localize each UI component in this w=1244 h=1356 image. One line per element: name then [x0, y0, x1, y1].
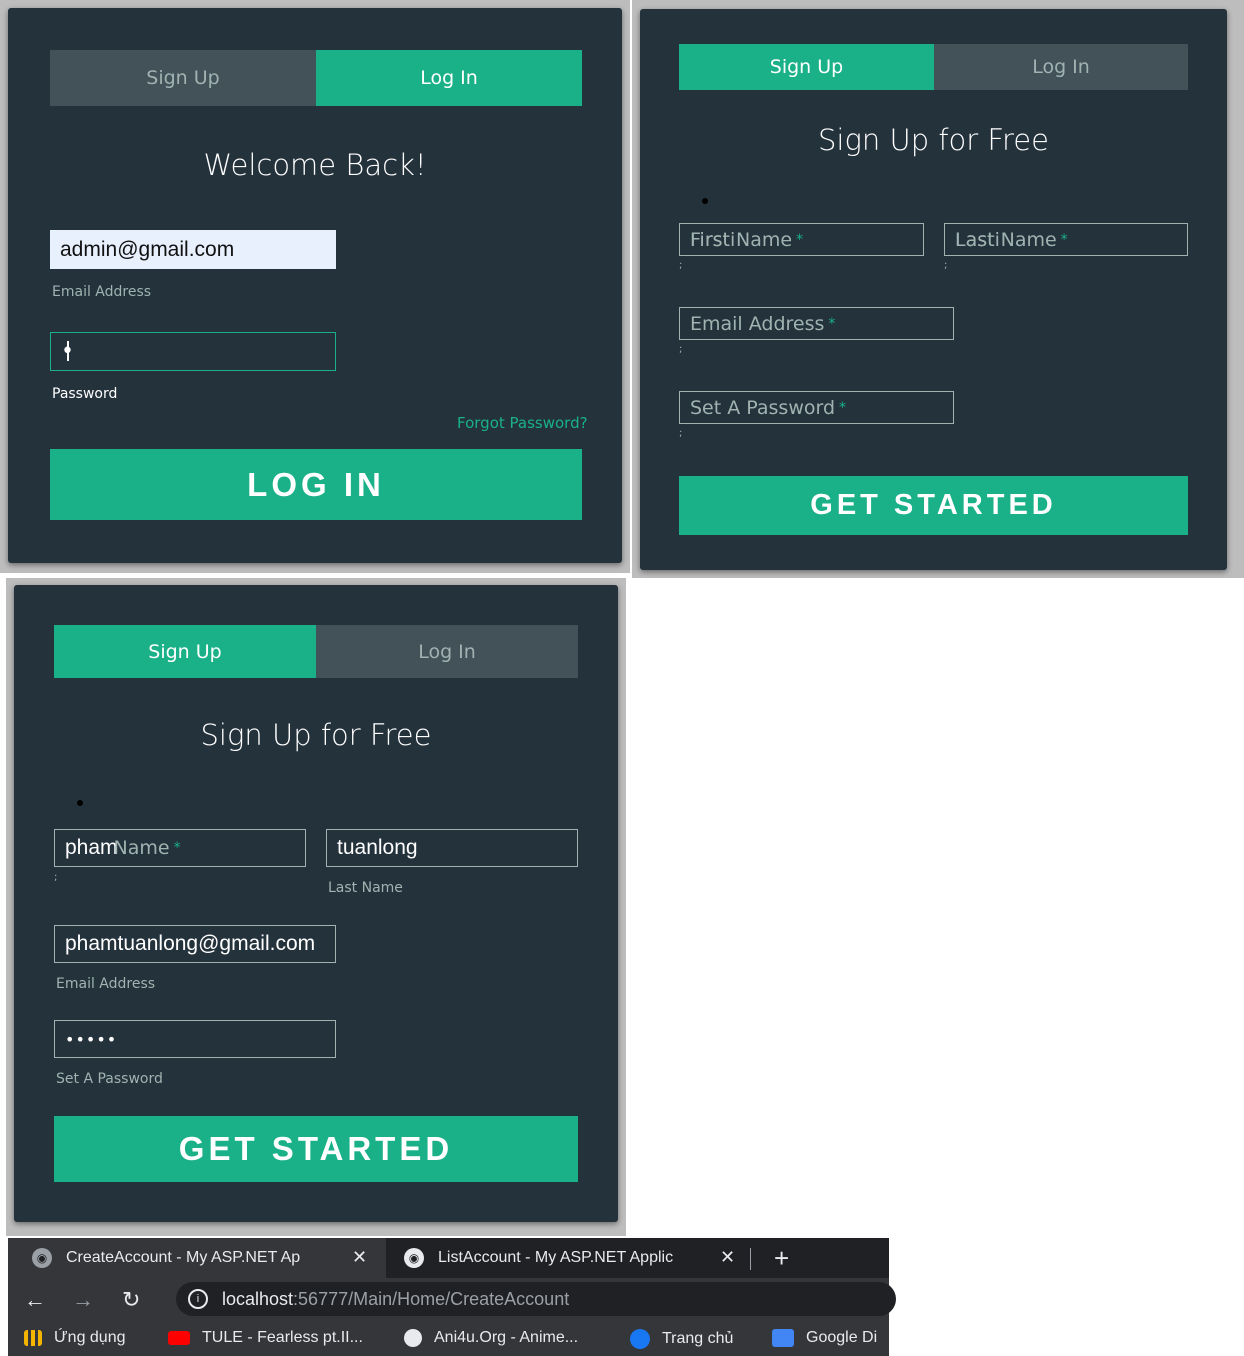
- page-title: Sign Up for Free: [818, 123, 1049, 157]
- validation-error: Please input your Email: [702, 193, 872, 208]
- field-hint: ;: [944, 260, 948, 271]
- tab-title: ListAccount - My ASP.NET Applic: [438, 1249, 674, 1266]
- password-field[interactable]: •: [50, 332, 336, 371]
- bookmark-facebook[interactable]: Trang chủ: [630, 1329, 733, 1349]
- bookmark-youtube[interactable]: TULE - Fearless pt.II...: [168, 1329, 363, 1347]
- validation-error-text: Please input your Email: [719, 193, 873, 208]
- password-field[interactable]: •••••: [54, 1020, 336, 1058]
- bookmark-label: TULE - Fearless pt.II...: [202, 1329, 363, 1346]
- page-title: Sign Up for Free: [200, 718, 432, 752]
- bookmark-apps[interactable]: Ứng dụng: [24, 1329, 126, 1347]
- bookmark-label: Ứng dụng: [54, 1329, 126, 1346]
- address-bar[interactable]: i localhost:56777/Main/Home/CreateAccoun…: [176, 1282, 896, 1316]
- text-caret: [67, 341, 69, 361]
- field-hint: ;: [679, 428, 683, 439]
- google-translate-icon: [772, 1329, 794, 1347]
- browser-tab[interactable]: ◉ ListAccount - My ASP.NET Applic: [380, 1238, 742, 1278]
- info-icon: i: [188, 1289, 208, 1309]
- first-name-placeholder-tail: Name: [113, 837, 170, 859]
- back-arrow-icon[interactable]: ←: [24, 1287, 46, 1313]
- tab-divider: [750, 1248, 751, 1270]
- url-host: localhost: [222, 1288, 294, 1309]
- required-mark: *: [173, 840, 181, 856]
- email-field[interactable]: phamtuanlong@gmail.com: [54, 925, 336, 963]
- navigation-bar: ← → ↻ i localhost:56777/Main/Home/Create…: [8, 1278, 896, 1320]
- email-label: Email Address: [56, 976, 156, 992]
- bookmarks-bar: Ứng dụng TULE - Fearless pt.II... Ani4u.…: [8, 1320, 889, 1356]
- bookmark-google[interactable]: Google Di: [772, 1329, 877, 1347]
- first-name-overlap-text: Firsti: [690, 228, 736, 251]
- password-value: •••••: [65, 1029, 118, 1049]
- bullet-icon: [77, 799, 83, 806]
- field-hint: ;: [679, 260, 683, 271]
- password-label: Set A Password: [56, 1071, 163, 1087]
- required-mark: *: [839, 399, 847, 416]
- forward-arrow-icon[interactable]: →: [72, 1287, 94, 1313]
- first-name-value: pham: [65, 836, 118, 859]
- password-field[interactable]: Set A Password *: [679, 391, 954, 424]
- first-name-field[interactable]: Firsti First Name *: [679, 223, 924, 256]
- bookmark-ani4u[interactable]: Ani4u.Org - Anime...: [404, 1329, 578, 1347]
- tab-login[interactable]: Log In: [316, 50, 582, 106]
- signup-empty-screenshot: Sign Up Log In Sign Up for Free Please i…: [632, 0, 1244, 578]
- email-placeholder: Email Address: [690, 312, 825, 335]
- signup-filled-screenshot: Sign Up Log In Sign Up for Free Email or…: [6, 578, 626, 1236]
- login-screenshot: Sign Up Log In Welcome Back! admin@gmail…: [0, 0, 630, 573]
- last-name-field[interactable]: Lasti Last Name *: [944, 223, 1188, 256]
- close-tab-icon[interactable]: ✕: [352, 1247, 367, 1268]
- close-tab-icon[interactable]: ✕: [720, 1247, 735, 1268]
- last-name-overlap-text: Lasti: [955, 228, 1000, 251]
- validation-error-text: Email or User is Exist: [94, 795, 232, 810]
- tab-title: CreateAccount - My ASP.NET Ap: [66, 1249, 301, 1266]
- youtube-icon: [168, 1331, 190, 1345]
- globe-icon: ◉: [404, 1248, 424, 1268]
- email-field[interactable]: admin@gmail.com: [50, 230, 336, 269]
- get-started-button[interactable]: GET STARTED: [679, 476, 1188, 535]
- new-tab-icon[interactable]: +: [774, 1243, 789, 1274]
- password-label: Password: [52, 386, 118, 402]
- get-started-button[interactable]: GET STARTED: [54, 1116, 578, 1182]
- tab-signup[interactable]: Sign Up: [50, 50, 316, 106]
- first-name-field[interactable]: pham Name *: [54, 829, 306, 867]
- globe-icon: [404, 1329, 422, 1347]
- reload-icon[interactable]: ↻: [122, 1287, 140, 1313]
- signup-panel: Sign Up Log In Sign Up for Free Email or…: [14, 585, 618, 1222]
- browser-tab-active[interactable]: ◉ CreateAccount - My ASP.NET Ap: [8, 1238, 386, 1278]
- bookmark-label: Google Di: [806, 1329, 878, 1346]
- apps-grid-icon: [24, 1330, 42, 1346]
- tab-signup[interactable]: Sign Up: [54, 625, 316, 678]
- tab-login[interactable]: Log In: [316, 625, 578, 678]
- login-panel: Sign Up Log In Welcome Back! admin@gmail…: [8, 8, 622, 563]
- required-mark: *: [796, 231, 804, 248]
- login-button[interactable]: LOG IN: [50, 449, 582, 520]
- tab-login[interactable]: Log In: [934, 44, 1188, 90]
- globe-icon: ◉: [32, 1248, 52, 1268]
- facebook-icon: [630, 1329, 650, 1349]
- tab-signup[interactable]: Sign Up: [679, 44, 934, 90]
- required-mark: *: [1060, 231, 1068, 248]
- email-label: Email Address: [52, 284, 152, 300]
- bookmark-label: Trang chủ: [662, 1330, 734, 1347]
- password-placeholder: Set A Password: [690, 396, 836, 419]
- email-field[interactable]: Email Address *: [679, 307, 954, 340]
- last-name-label: Last Name: [328, 880, 403, 896]
- browser-chrome: ◉ CreateAccount - My ASP.NET Ap ✕ ◉ List…: [8, 1238, 896, 1356]
- required-mark: *: [828, 315, 836, 332]
- page-title: Welcome Back!: [203, 148, 427, 182]
- bookmark-label: Ani4u.Org - Anime...: [434, 1329, 579, 1346]
- url-path: :56777/Main/Home/CreateAccount: [293, 1288, 570, 1309]
- validation-error: Email or User is Exist: [77, 795, 231, 810]
- field-hint: ;: [679, 344, 683, 355]
- last-name-field[interactable]: tuanlong: [326, 829, 578, 867]
- forgot-password-link[interactable]: Forgot Password?: [457, 414, 588, 432]
- bullet-icon: [702, 197, 708, 204]
- field-hint: ;: [54, 872, 58, 883]
- signup-panel: Sign Up Log In Sign Up for Free Please i…: [640, 9, 1227, 570]
